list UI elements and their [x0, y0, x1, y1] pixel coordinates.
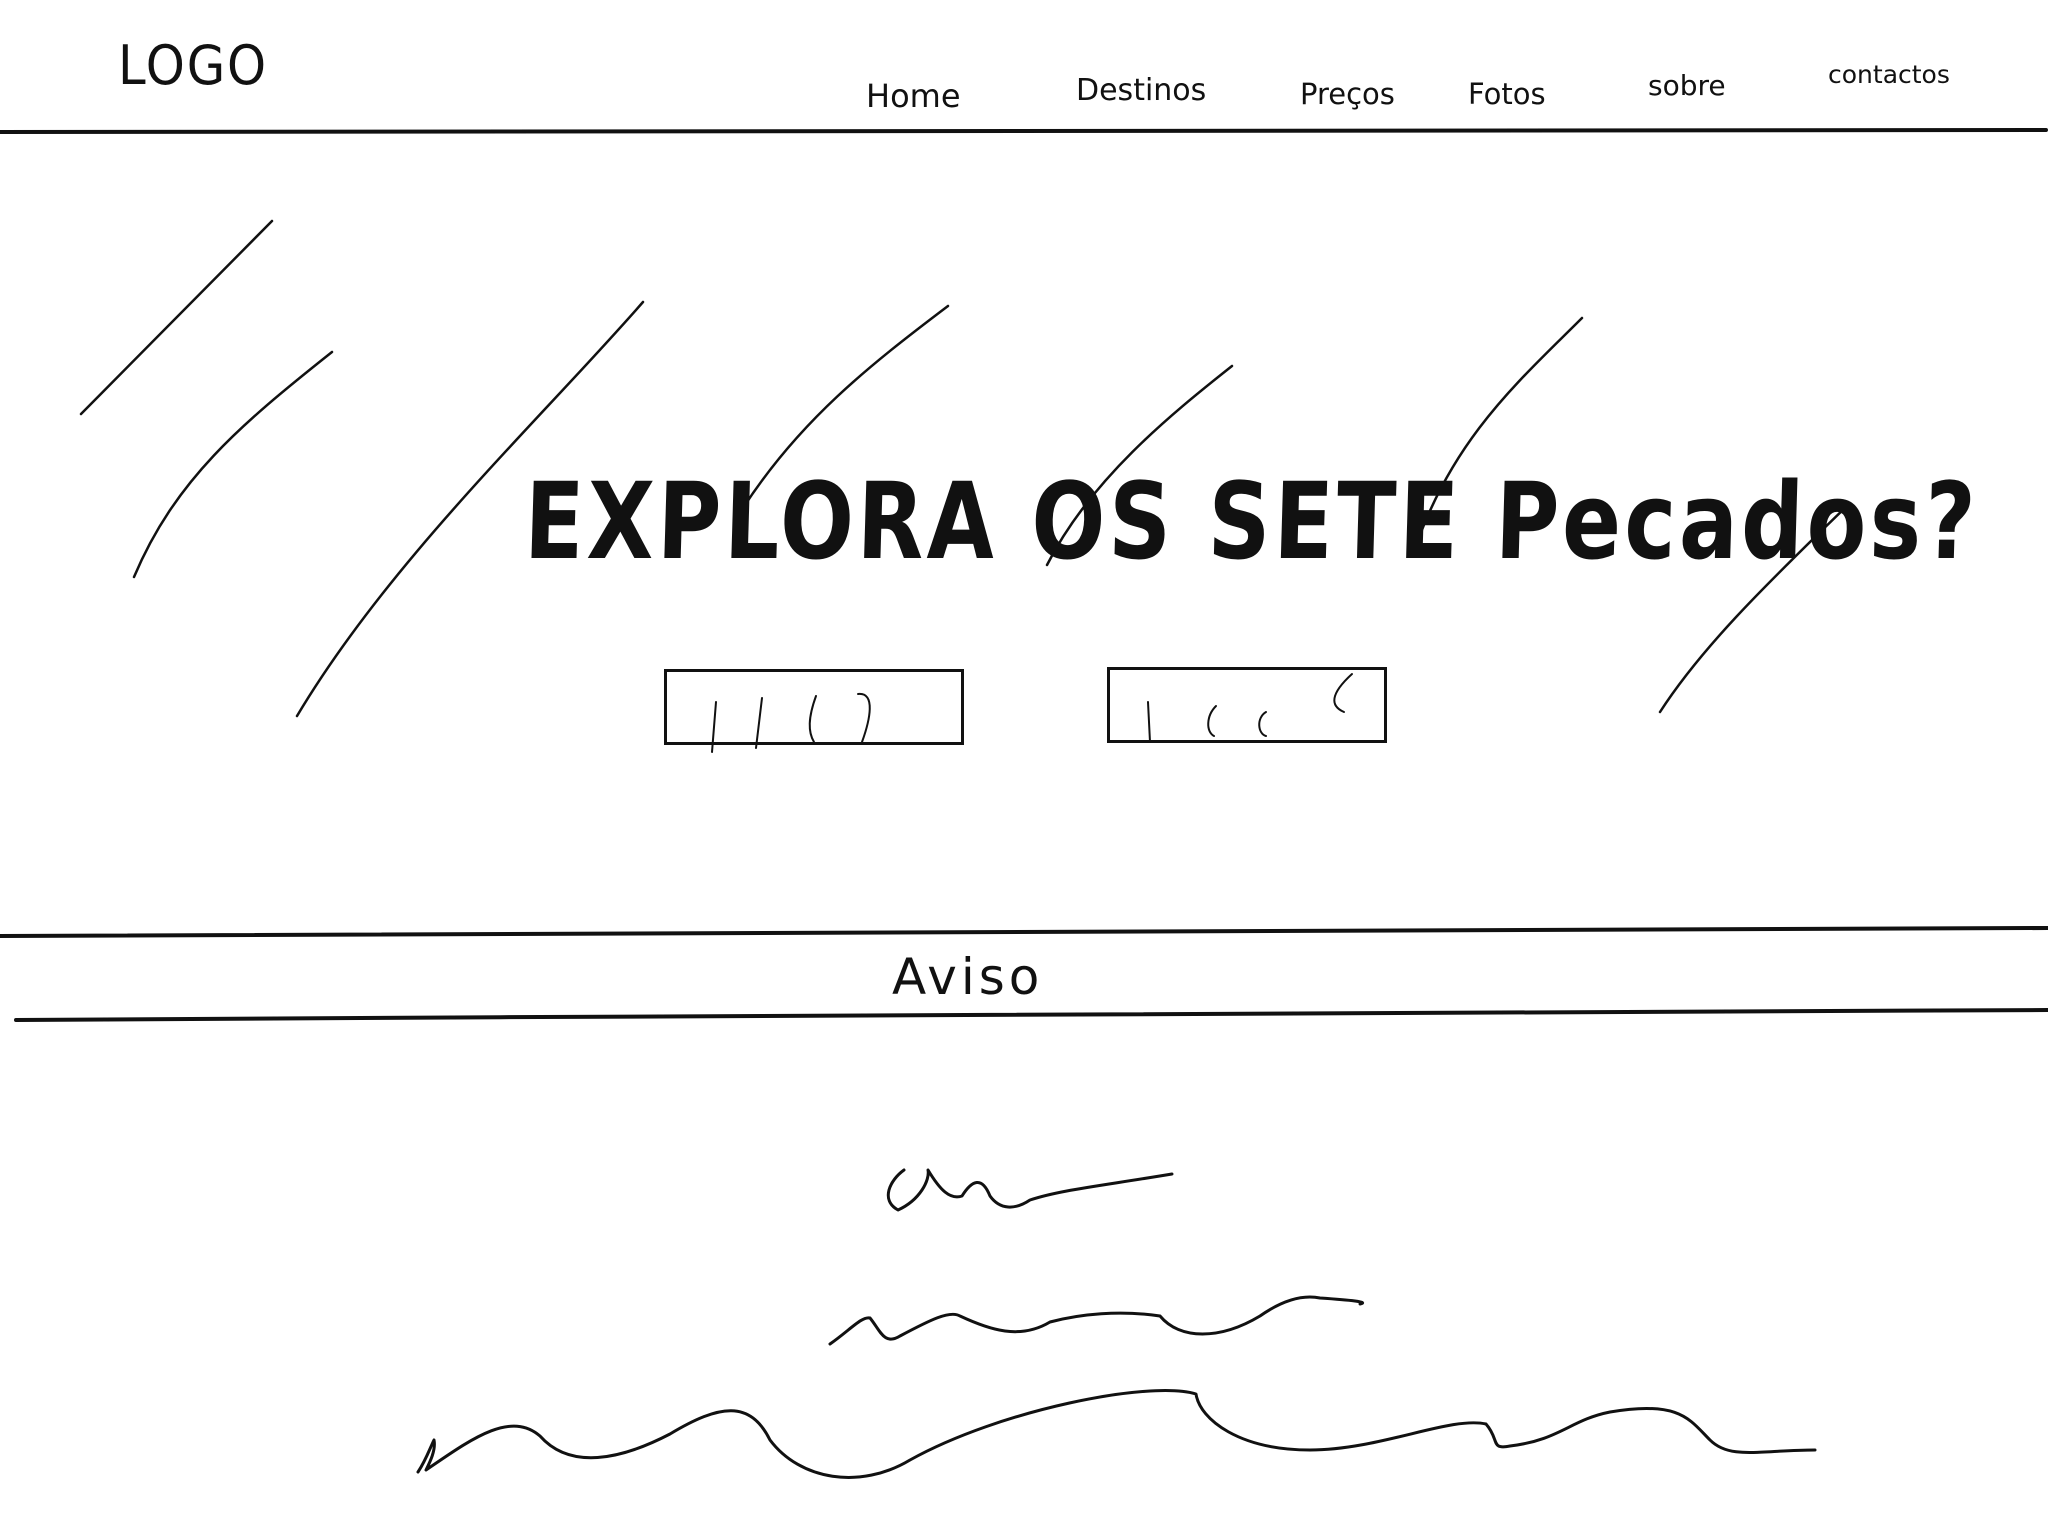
nav-link-precos[interactable]: Preços: [1300, 80, 1395, 109]
hero-hatch-line: [132, 350, 334, 579]
nav-link-fotos[interactable]: Fotos: [1468, 80, 1546, 109]
logo[interactable]: LOGO: [118, 34, 268, 97]
nav-link-sobre[interactable]: sobre: [1648, 72, 1726, 100]
hero-secondary-button[interactable]: [1107, 667, 1387, 743]
header-divider: [0, 128, 2048, 135]
hero-title: EXPLORA OS SETE Pecados?: [522, 460, 1981, 584]
top-navigation: LOGO Home Destinos Preços Fotos sobre co…: [0, 0, 2048, 130]
hero-primary-button[interactable]: [664, 669, 964, 745]
content-section: [0, 1100, 2048, 1500]
nav-link-home[interactable]: Home: [866, 80, 961, 112]
hero-hatch-line: [79, 219, 274, 416]
notice-label: Aviso: [892, 948, 1044, 1006]
nav-link-destinos[interactable]: Destinos: [1076, 76, 1206, 106]
nav-link-contactos[interactable]: contactos: [1828, 62, 1950, 87]
